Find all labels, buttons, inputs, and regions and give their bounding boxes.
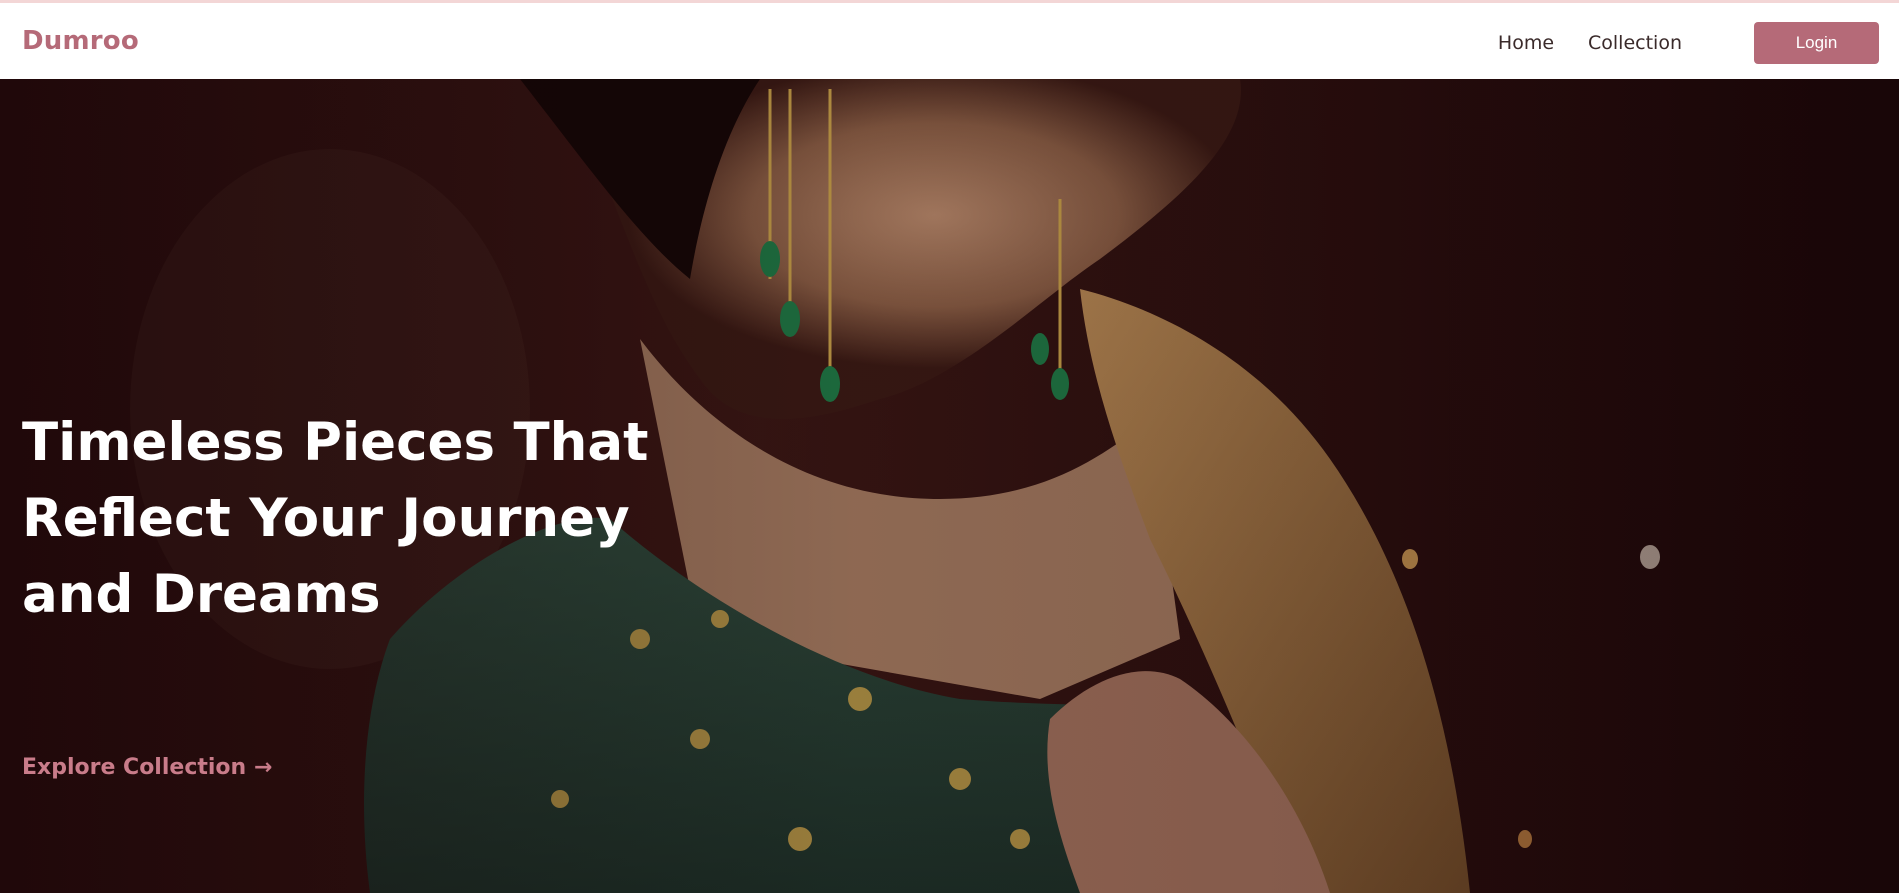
top-navbar: Dumroo Home Collection Login [0,0,1899,79]
hero-banner: Timeless Pieces That Reflect Your Journe… [0,79,1899,893]
explore-collection-link[interactable]: Explore Collection → [22,755,272,780]
hero-title: Timeless Pieces That Reflect Your Journe… [22,405,662,633]
nav-links: Home Collection [1498,3,1682,82]
login-button[interactable]: Login [1754,22,1879,64]
brand-logo[interactable]: Dumroo [22,26,139,56]
nav-link-collection[interactable]: Collection [1588,32,1682,54]
hero-title-line-3: and Dreams [22,564,381,625]
hero-title-line-2: Reflect Your Journey [22,488,630,549]
hero-title-line-1: Timeless Pieces That [22,412,649,473]
nav-link-home[interactable]: Home [1498,32,1554,54]
